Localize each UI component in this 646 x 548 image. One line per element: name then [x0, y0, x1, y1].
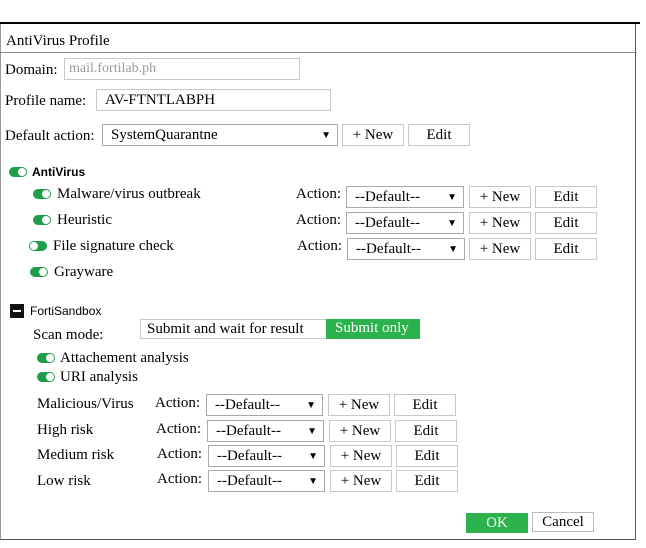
grayware-label: Grayware — [54, 264, 114, 280]
heuristic-label: Heuristic — [57, 212, 112, 228]
high-risk-action-label: Action: — [156, 421, 201, 437]
dropdown-arrow-icon: ▼ — [321, 130, 331, 141]
malicious-action-value: --Default-- — [215, 397, 280, 413]
dropdown-arrow-icon: ▼ — [307, 426, 317, 437]
malicious-action-select[interactable]: --Default-- ▼ — [206, 394, 323, 416]
dialog-title: AntiVirus Profile — [6, 33, 110, 49]
low-risk-label: Low risk — [37, 473, 91, 489]
file-signature-toggle[interactable] — [29, 241, 47, 251]
profile-name-input[interactable]: AV-FTNTLABPH — [96, 89, 331, 111]
ok-button[interactable]: OK — [466, 513, 528, 533]
malware-action-label: Action: — [296, 186, 341, 202]
malware-new-button[interactable]: + New — [469, 186, 531, 208]
medium-risk-new-button[interactable]: + New — [330, 445, 392, 467]
malware-label: Malware/virus outbreak — [57, 186, 201, 202]
default-action-select[interactable]: SystemQuarantne ▼ — [102, 124, 338, 146]
malware-edit-button[interactable]: Edit — [535, 186, 597, 208]
heuristic-edit-button[interactable]: Edit — [535, 212, 597, 234]
grayware-toggle[interactable] — [30, 267, 48, 277]
malicious-new-button[interactable]: + New — [328, 394, 390, 416]
dropdown-arrow-icon: ▼ — [447, 192, 457, 203]
default-action-value: SystemQuarantne — [111, 127, 218, 143]
malicious-action-label: Action: — [155, 395, 200, 411]
dropdown-arrow-icon: ▼ — [308, 476, 318, 487]
scan-mode-label: Scan mode: — [33, 327, 104, 343]
high-risk-new-button[interactable]: + New — [329, 420, 391, 442]
medium-risk-action-value: --Default-- — [217, 448, 282, 464]
low-risk-new-button[interactable]: + New — [330, 470, 392, 492]
low-risk-action-select[interactable]: --Default-- ▼ — [208, 470, 325, 492]
antivirus-section-label: AntiVirus — [32, 165, 86, 179]
malware-action-value: --Default-- — [355, 189, 420, 205]
default-action-new-button[interactable]: + New — [342, 124, 404, 146]
antivirus-toggle[interactable] — [9, 167, 27, 177]
file-signature-edit-button[interactable]: Edit — [535, 238, 597, 260]
file-signature-action-value: --Default-- — [356, 241, 421, 257]
default-action-label: Default action: — [5, 128, 95, 144]
high-risk-action-value: --Default-- — [216, 423, 281, 439]
file-signature-action-select[interactable]: --Default-- ▼ — [347, 238, 465, 260]
low-risk-edit-button[interactable]: Edit — [396, 470, 458, 492]
dropdown-arrow-icon: ▼ — [448, 244, 458, 255]
title-divider — [0, 52, 637, 53]
cancel-button[interactable]: Cancel — [532, 512, 594, 532]
dropdown-arrow-icon: ▼ — [447, 218, 457, 229]
scan-mode-wait-option[interactable]: Submit and wait for result — [140, 319, 326, 339]
medium-risk-action-select[interactable]: --Default-- ▼ — [208, 445, 325, 467]
domain-field: mail.fortilab.ph — [64, 58, 300, 80]
file-signature-new-button[interactable]: + New — [469, 238, 531, 260]
high-risk-action-select[interactable]: --Default-- ▼ — [207, 420, 324, 442]
fortisandbox-section-label: FortiSandbox — [30, 304, 102, 318]
dropdown-arrow-icon: ▼ — [306, 400, 316, 411]
high-risk-label: High risk — [37, 422, 94, 438]
collapse-minus-icon[interactable] — [10, 304, 24, 318]
heuristic-new-button[interactable]: + New — [469, 212, 531, 234]
dropdown-arrow-icon: ▼ — [308, 451, 318, 462]
file-signature-label: File signature check — [53, 238, 174, 254]
malware-toggle[interactable] — [33, 189, 51, 199]
heuristic-action-value: --Default-- — [355, 215, 420, 231]
low-risk-action-label: Action: — [157, 471, 202, 487]
malicious-virus-label: Malicious/Virus — [37, 396, 134, 412]
profile-name-label: Profile name: — [5, 93, 87, 109]
file-signature-action-label: Action: — [297, 238, 342, 254]
low-risk-action-value: --Default-- — [217, 473, 282, 489]
domain-label: Domain: — [5, 62, 58, 78]
high-risk-edit-button[interactable]: Edit — [395, 420, 457, 442]
heuristic-toggle[interactable] — [33, 215, 51, 225]
uri-analysis-toggle[interactable] — [37, 372, 55, 382]
heuristic-action-label: Action: — [296, 212, 341, 228]
medium-risk-edit-button[interactable]: Edit — [396, 445, 458, 467]
attachment-analysis-toggle[interactable] — [37, 353, 55, 363]
scan-mode-submit-only-option[interactable]: Submit only — [326, 319, 420, 339]
uri-analysis-label: URI analysis — [60, 369, 138, 385]
attachment-analysis-label: Attachement analysis — [60, 350, 189, 366]
malicious-edit-button[interactable]: Edit — [394, 394, 456, 416]
default-action-edit-button[interactable]: Edit — [408, 124, 470, 146]
malware-action-select[interactable]: --Default-- ▼ — [346, 186, 464, 208]
medium-risk-action-label: Action: — [157, 446, 202, 462]
heuristic-action-select[interactable]: --Default-- ▼ — [346, 212, 464, 234]
medium-risk-label: Medium risk — [37, 447, 115, 463]
